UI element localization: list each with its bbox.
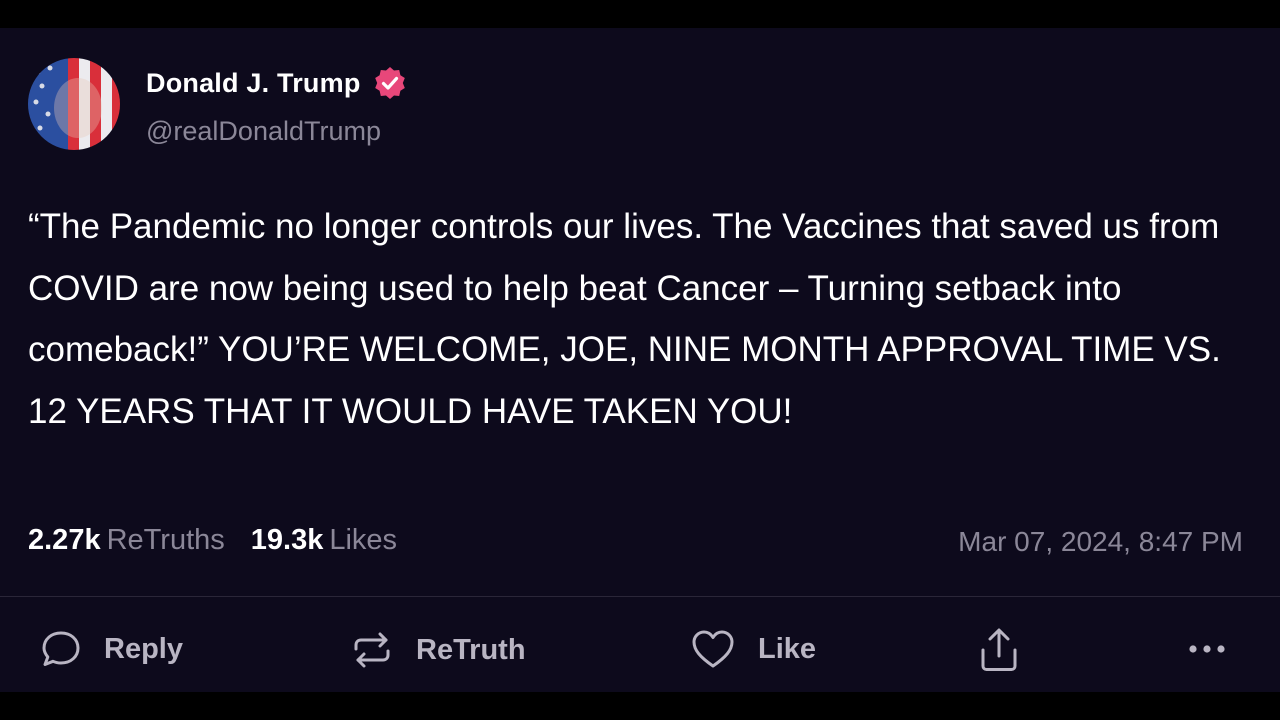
share-icon <box>976 626 1022 674</box>
post-text: “The Pandemic no longer controls our liv… <box>28 207 1221 431</box>
heart-icon <box>690 628 736 670</box>
reply-icon <box>40 628 82 670</box>
verified-icon <box>373 66 407 100</box>
share-button[interactable] <box>976 626 1022 674</box>
avatar-image <box>28 58 120 150</box>
retruth-button[interactable]: ReTruth <box>350 628 526 672</box>
likes-label[interactable]: Likes <box>329 524 397 557</box>
retruths-label[interactable]: ReTruths <box>107 524 225 557</box>
post-timestamp: Mar 07, 2024, 8:47 PM <box>958 526 1243 557</box>
retruth-label: ReTruth <box>416 633 526 666</box>
post-stats: 2.27k ReTruths 19.3k Likes <box>28 524 397 557</box>
author-handle[interactable]: @realDonaldTrump <box>146 116 381 147</box>
avatar[interactable] <box>28 58 120 150</box>
reply-button[interactable]: Reply <box>40 628 183 670</box>
display-name[interactable]: Donald J. Trump <box>146 68 361 99</box>
divider <box>0 596 1280 597</box>
retruth-icon <box>350 628 394 672</box>
more-button[interactable] <box>1186 642 1230 656</box>
like-label: Like <box>758 632 817 665</box>
author-name-row: Donald J. Trump <box>146 66 407 100</box>
reply-label: Reply <box>104 632 183 665</box>
retruths-count[interactable]: 2.27k <box>28 524 101 557</box>
more-icon <box>1186 642 1230 656</box>
post-card: Donald J. Trump @realDonaldTrump “The Pa… <box>0 28 1280 692</box>
like-button[interactable]: Like <box>690 628 816 670</box>
likes-count[interactable]: 19.3k <box>251 524 324 557</box>
